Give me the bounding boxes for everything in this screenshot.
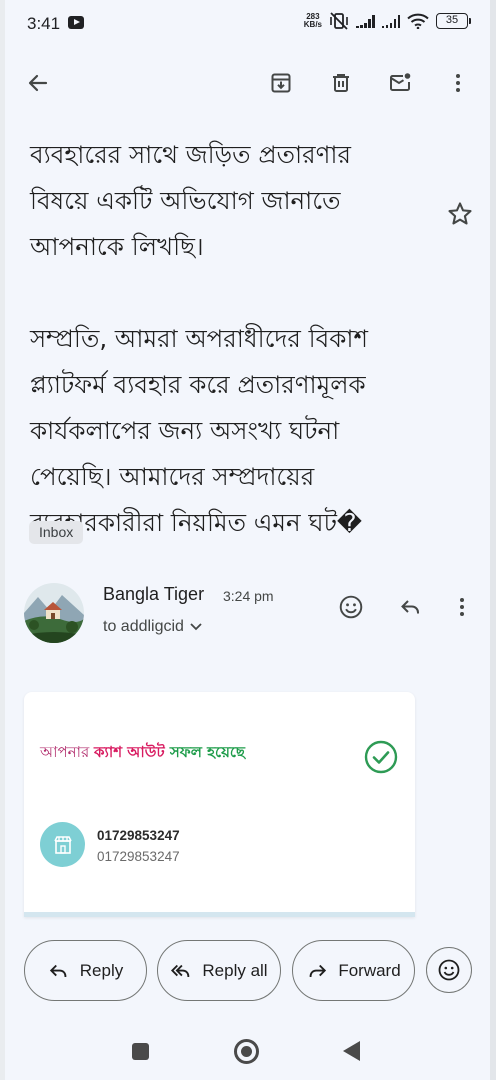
store-icon <box>40 822 85 867</box>
sender-name: Bangla Tiger <box>103 584 205 604</box>
network-speed: 283 KB/s <box>303 12 322 29</box>
chevron-down-icon <box>190 623 202 631</box>
card-headline: আপনার ক্যাশ আউট সফল হয়েছে <box>40 743 246 761</box>
message-more-vert-icon[interactable] <box>446 591 478 623</box>
account-number-secondary: 01729853247 <box>97 849 180 864</box>
sender-time: 3:24 pm <box>223 588 274 604</box>
reply-all-label: Reply all <box>202 960 268 980</box>
battery-icon: 35 <box>436 13 471 29</box>
status-bar: 3:41 283 KB/s 35 <box>0 0 496 50</box>
reply-all-button[interactable]: Reply all <box>157 940 281 1001</box>
reply-icon[interactable] <box>395 591 427 623</box>
recipient-details-toggle[interactable]: to addligcid <box>103 618 202 636</box>
nav-back-icon[interactable] <box>343 1041 360 1061</box>
snippet-line: সম্প্রতি, আমরা অপরাধীদের বিকাশ <box>30 324 368 353</box>
status-icons: 283 KB/s 35 <box>303 12 471 30</box>
snippet-line: কার্যকলাপের জন্য অসংখ্য ঘটনা <box>30 416 340 445</box>
signal-icon <box>381 14 400 28</box>
recents-icon[interactable] <box>132 1043 149 1060</box>
forward-button[interactable]: Forward <box>292 940 415 1001</box>
snippet-paragraph: ব্যবহারের সাথে জড়িত প্রতারণার বিষয়ে এক… <box>30 132 420 270</box>
vibrate-off-icon <box>330 12 348 30</box>
reply-button[interactable]: Reply <box>24 940 147 1001</box>
add-reaction-icon[interactable] <box>335 591 367 623</box>
snippet-line: বিষয়ে একটি অভিযোগ জানাতে <box>30 186 341 215</box>
success-check-icon <box>364 740 398 774</box>
reply-label: Reply <box>79 960 124 980</box>
mark-unread-icon[interactable] <box>382 65 418 101</box>
star-icon[interactable] <box>446 200 474 228</box>
reply-icon <box>49 964 67 977</box>
system-nav-bar <box>0 1022 496 1080</box>
signal-icon <box>356 14 375 28</box>
snippet-line: পেয়েছি। আমাদের সম্প্রদায়ের <box>30 462 315 491</box>
message-card: আপনার ক্যাশ আউট সফল হয়েছে 01729853247 0… <box>24 692 415 917</box>
snippet-line: ব্যবহারকারীরা নিয়মিত এমন ঘট� <box>30 508 363 537</box>
account-number: 01729853247 <box>97 828 180 843</box>
emoji-icon <box>438 959 460 981</box>
emoji-reaction-button[interactable] <box>426 947 472 993</box>
forward-icon <box>309 964 327 977</box>
recipient-text: to addligcid <box>103 618 184 635</box>
snippet-line: ব্যবহারের সাথে জড়িত প্রতারণার <box>30 140 351 169</box>
forward-label: Forward <box>338 960 401 980</box>
frame-edge <box>490 0 496 1080</box>
top-toolbar <box>0 55 496 111</box>
snippet-line: প্ল্যাটফর্ম ব্যবহার করে প্রতারণামূলক <box>30 370 366 399</box>
home-icon[interactable] <box>234 1039 259 1064</box>
status-time: 3:41 <box>27 14 61 33</box>
archive-icon[interactable] <box>263 65 299 101</box>
youtube-notification-icon <box>68 16 84 29</box>
delete-icon[interactable] <box>323 65 359 101</box>
inbox-label-chip[interactable]: Inbox <box>29 521 84 544</box>
snippet-line: আপনাকে লিখছি। <box>30 232 204 261</box>
back-arrow-icon[interactable] <box>20 65 56 101</box>
avatar[interactable] <box>24 583 84 643</box>
more-vert-icon[interactable] <box>440 65 476 101</box>
message-snippet: ব্যবহারের সাথে জড়িত প্রতারণার বিষয়ে এক… <box>30 132 420 546</box>
wifi-icon <box>407 13 429 29</box>
card-divider <box>24 912 415 917</box>
reply-all-icon <box>171 964 190 977</box>
snippet-paragraph: সম্প্রতি, আমরা অপরাধীদের বিকাশ প্ল্যাটফর… <box>30 316 420 546</box>
frame-edge <box>0 0 5 1080</box>
